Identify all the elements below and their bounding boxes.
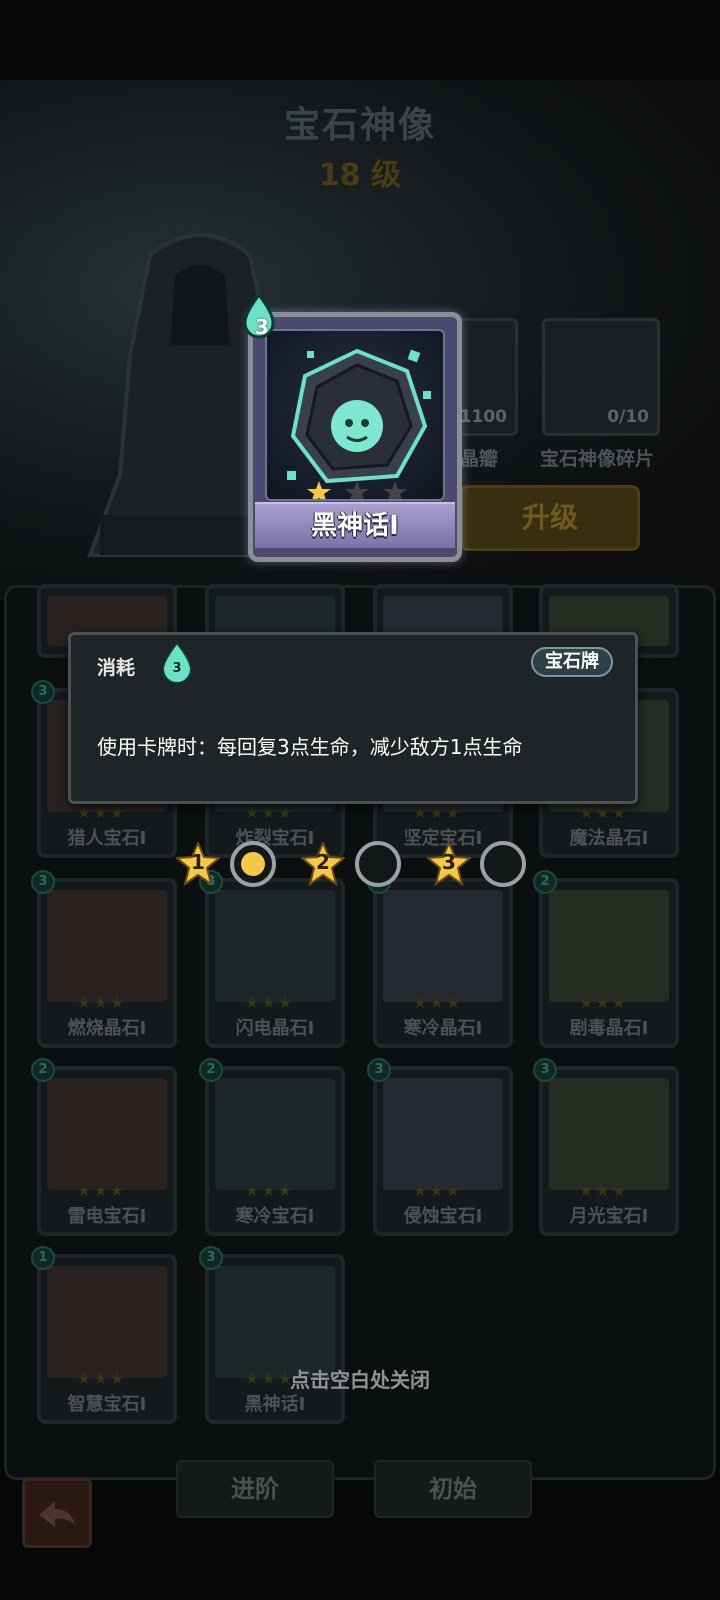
- collection-card-art: [383, 1078, 503, 1190]
- collection-card-stars: ★★★: [245, 993, 295, 1012]
- collection-card[interactable]: 3 ★★★ 月光宝石I: [533, 1058, 679, 1236]
- collection-card[interactable]: 3 ★★★ 燃烧晶石I: [31, 870, 177, 1048]
- star-level-3-toggle[interactable]: [480, 841, 526, 887]
- star-level-2-badge: 2: [299, 840, 347, 887]
- collection-card-cost: 3: [31, 680, 55, 704]
- collection-card-stars: ★★★: [413, 803, 463, 822]
- collection-card-name: 寒冷晶石I: [403, 1018, 483, 1039]
- featured-card-name: 黑神话I: [255, 502, 455, 548]
- selection-dot: [366, 852, 390, 876]
- collection-card-name: 猎人宝石I: [67, 828, 147, 849]
- collection-card-stars: ★★★: [77, 803, 127, 822]
- star-level-2-toggle[interactable]: [355, 841, 401, 887]
- material-count: 1100: [459, 407, 507, 427]
- star-level-3-badge: 3: [425, 840, 473, 887]
- collection-card-art: [215, 1266, 335, 1378]
- collection-card-stars: ★★★: [579, 993, 629, 1012]
- collection-card-name: 黑神话I: [244, 1394, 306, 1415]
- collection-card[interactable]: 2 ★★★ 雷电宝石I: [31, 1058, 177, 1236]
- collection-card-art: [47, 1078, 167, 1190]
- material-count: 0/10: [607, 407, 649, 427]
- collection-card-art: [549, 1078, 669, 1190]
- collection-card-cost: 3: [199, 1246, 223, 1270]
- collection-card-stars: ★★★: [579, 803, 629, 822]
- collection-card-name: 魔法晶石I: [569, 828, 649, 849]
- collection-card-cost: 2: [199, 1058, 223, 1082]
- collection-card-cost: 2: [533, 870, 557, 894]
- featured-card-cost: 3: [255, 315, 269, 339]
- collection-card-name: 智慧宝石I: [67, 1394, 147, 1415]
- material-name: 宝石神像碎片: [540, 448, 655, 470]
- collection-card-stars: ★★★: [413, 993, 463, 1012]
- back-arrow-icon: [39, 1501, 75, 1527]
- collection-card-name: 雷电宝石I: [67, 1206, 147, 1227]
- collection-card-art: [47, 890, 167, 1002]
- card-detail-tooltip: 消耗 3 宝石牌 使用卡牌时：每回复3点生命，减少敌方1点生命: [68, 632, 638, 804]
- selection-dot: [491, 852, 515, 876]
- featured-card-art: [265, 329, 445, 501]
- collection-card-art: [47, 1266, 167, 1378]
- back-button[interactable]: [22, 1478, 92, 1548]
- collection-card[interactable]: 3 ★★★ 侵蚀宝石I: [367, 1058, 513, 1236]
- statue-level: 18 级: [318, 158, 402, 193]
- collection-card-cost: 3: [367, 1058, 391, 1082]
- collection-card[interactable]: 3★★★闪电晶石I: [199, 870, 345, 1048]
- collection-card-stars: ★★★: [245, 1181, 295, 1200]
- collection-card[interactable]: 3 ★★★ 黑神话I: [199, 1246, 345, 1424]
- star-level-1-badge: 1: [174, 840, 222, 887]
- black-gem-icon: [287, 348, 431, 499]
- collection-card-name: 寒冷宝石I: [235, 1206, 315, 1227]
- collection-card-name: 月光宝石I: [569, 1206, 649, 1227]
- collection-card-stars: ★★★: [77, 993, 127, 1012]
- advance-button[interactable]: 进阶: [176, 1460, 334, 1518]
- star-level-number: 3: [442, 850, 456, 874]
- collection-card-name: 剧毒晶石I: [569, 1018, 649, 1039]
- selection-dot: [241, 852, 265, 876]
- upgrade-button[interactable]: 升级: [460, 485, 640, 551]
- collection-card-cost: 3: [31, 870, 55, 894]
- collection-card[interactable]: 2 ★★★ 寒冷宝石I: [199, 1058, 345, 1236]
- star-level-number: 1: [191, 850, 205, 874]
- material-name: 晶瓣: [460, 448, 499, 470]
- card-type-badge: 宝石牌: [531, 647, 613, 677]
- collection-card-name: 闪电晶石I: [235, 1018, 315, 1039]
- collection-card-stars: ★★★: [77, 1181, 127, 1200]
- card-description: 使用卡牌时：每回复3点生命，减少敌方1点生命: [97, 735, 523, 759]
- collection-card-cost: 1: [31, 1246, 55, 1270]
- collection-card-name: 燃烧晶石I: [67, 1018, 147, 1039]
- collection-card-name: 侵蚀宝石I: [403, 1206, 483, 1227]
- cost-value: 3: [172, 661, 182, 676]
- collection-card-art: [215, 890, 335, 1002]
- collection-card-art: [549, 890, 669, 1002]
- star-level-number: 2: [316, 850, 330, 874]
- collection-card[interactable]: 2★★★寒冷晶石I: [367, 870, 513, 1048]
- tap-to-close-hint[interactable]: 点击空白处关闭: [0, 1364, 720, 1393]
- collection-card-cost: 2: [31, 1058, 55, 1082]
- collection-card-stars: ★★★: [579, 1181, 629, 1200]
- collection-card-art: [383, 890, 503, 1002]
- collection-card-stars: ★★★: [413, 1181, 463, 1200]
- collection-card-art: [215, 1078, 335, 1190]
- collection-card-cost: 3: [533, 1058, 557, 1082]
- page-title: 宝石神像: [283, 105, 436, 146]
- reset-button[interactable]: 初始: [374, 1460, 532, 1518]
- card-stars: [307, 481, 407, 499]
- collection-card[interactable]: 1 ★★★ 智慧宝石I: [31, 1246, 177, 1424]
- collection-card-stars: ★★★: [245, 803, 295, 822]
- featured-card: 黑神话I 3: [243, 293, 462, 562]
- star-level-1-toggle[interactable]: [230, 841, 276, 887]
- material-slot-statue-shard[interactable]: 0/10: [542, 318, 660, 436]
- collection-card[interactable]: 2 ★★★ 剧毒晶石I: [533, 870, 679, 1048]
- cost-label: 消耗: [97, 657, 136, 679]
